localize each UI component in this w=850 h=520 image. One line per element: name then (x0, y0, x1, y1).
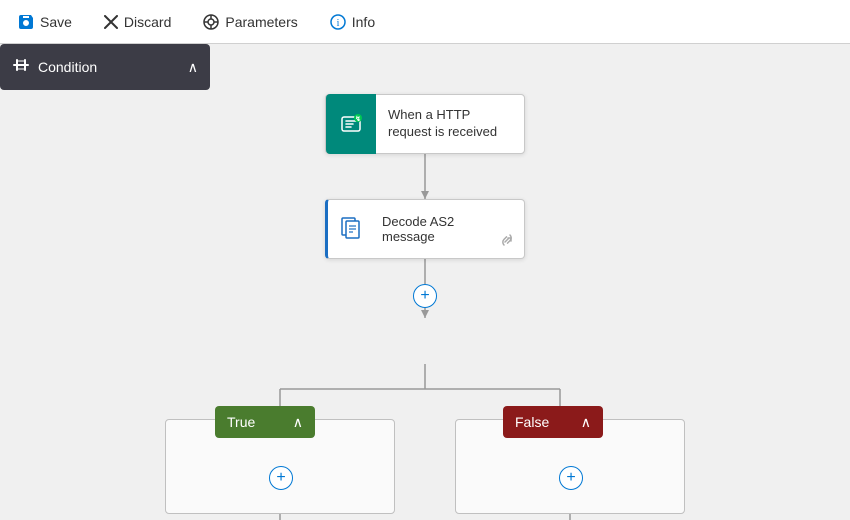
decode-icon (328, 200, 374, 258)
link-icon (490, 227, 524, 258)
http-trigger-label: When a HTTP request is received (376, 107, 524, 141)
discard-label: Discard (124, 14, 171, 30)
parameters-label: Parameters (225, 14, 297, 30)
parameters-button[interactable]: Parameters (197, 10, 303, 34)
discard-button[interactable]: Discard (98, 10, 177, 34)
parameters-icon (203, 14, 219, 30)
condition-icon (12, 56, 30, 79)
svg-text:i: i (336, 18, 339, 29)
http-trigger-node[interactable]: ↯ When a HTTP request is received (325, 94, 525, 154)
save-button[interactable]: Save (12, 10, 78, 34)
condition-label: Condition (38, 59, 97, 75)
condition-left: Condition (12, 56, 97, 79)
save-label: Save (40, 14, 72, 30)
true-chevron-icon: ∧ (293, 414, 303, 431)
http-trigger-icon: ↯ (326, 94, 376, 154)
add-in-false-branch[interactable]: + (559, 466, 583, 490)
false-chevron-icon: ∧ (581, 414, 591, 431)
toolbar: Save Discard Parameters i Info (0, 0, 850, 44)
decode-as2-label: Decode AS2 message (374, 214, 490, 244)
condition-node[interactable]: Condition ∧ (0, 44, 210, 90)
true-label: True (227, 414, 255, 430)
svg-text:↯: ↯ (355, 115, 361, 123)
true-branch-button[interactable]: True ∧ (215, 406, 315, 438)
discard-icon (104, 15, 118, 29)
info-icon: i (330, 14, 346, 30)
condition-collapse-icon[interactable]: ∧ (188, 59, 198, 76)
info-label: Info (352, 14, 375, 30)
add-in-true-branch[interactable]: + (269, 466, 293, 490)
info-button[interactable]: i Info (324, 10, 381, 34)
save-icon (18, 14, 34, 30)
decode-as2-node[interactable]: Decode AS2 message (325, 199, 525, 259)
false-label: False (515, 414, 549, 430)
add-between-decode-condition[interactable]: + (413, 284, 437, 308)
false-branch-button[interactable]: False ∧ (503, 406, 603, 438)
flow-canvas: ↯ When a HTTP request is received Decode… (0, 44, 850, 520)
